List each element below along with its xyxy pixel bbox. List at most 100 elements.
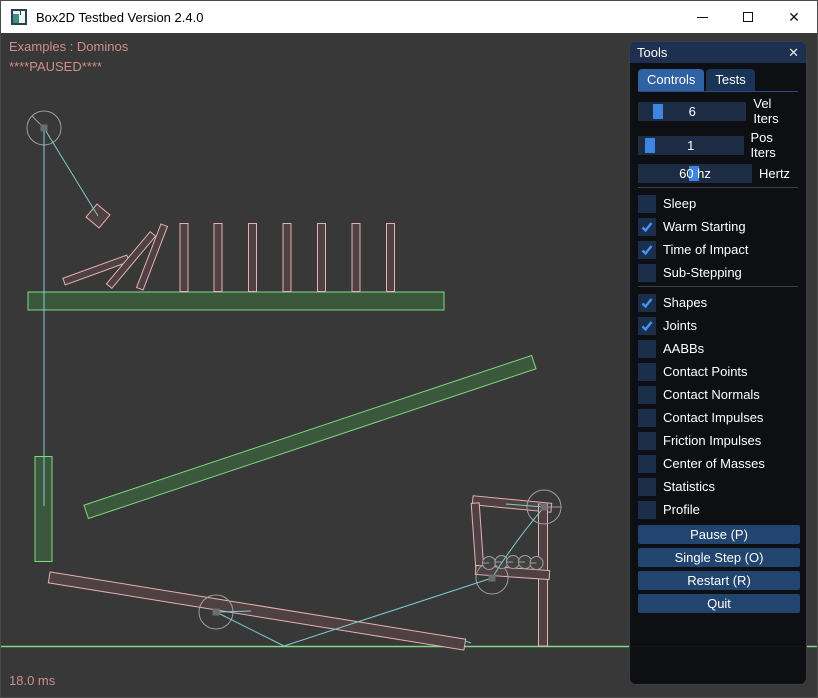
- checkbox-row-warm-starting: Warm Starting: [638, 217, 798, 236]
- checkbox-row-time-of-impact: Time of Impact: [638, 240, 798, 259]
- checkbox-contact-points[interactable]: [638, 363, 656, 381]
- checkmark-icon: [640, 319, 654, 333]
- minimize-button[interactable]: [679, 1, 725, 33]
- checkbox-row-contact-impulses: Contact Impulses: [638, 408, 798, 427]
- checkbox-label: Shapes: [663, 295, 707, 310]
- body-shape: [249, 224, 257, 292]
- slider-hertz[interactable]: 60 hz: [638, 164, 752, 183]
- checkbox-sleep[interactable]: [638, 195, 656, 213]
- pause-p-button[interactable]: Pause (P): [638, 525, 800, 544]
- restart-r-button[interactable]: Restart (R): [638, 571, 800, 590]
- titlebar[interactable]: Box2D Testbed Version 2.4.0 ✕: [1, 1, 817, 33]
- dynamic-body: [48, 572, 465, 650]
- checkbox-contact-normals[interactable]: [638, 386, 656, 404]
- checkbox-friction-impulses[interactable]: [638, 432, 656, 450]
- checkbox-label: Contact Points: [663, 364, 748, 379]
- checkbox-time-of-impact[interactable]: [638, 241, 656, 259]
- checkbox-label: Contact Normals: [663, 387, 760, 402]
- body-shape: [352, 224, 360, 292]
- body-shape: [48, 572, 465, 650]
- close-icon: ✕: [788, 10, 800, 24]
- checkbox-row-contact-points: Contact Points: [638, 362, 798, 381]
- checkbox-row-friction-impulses: Friction Impulses: [638, 431, 798, 450]
- slider-value: 6: [638, 102, 746, 121]
- checkbox-center-of-masses[interactable]: [638, 455, 656, 473]
- slider-row-hertz: 60 hzHertz: [638, 164, 798, 183]
- slider-value: 60 hz: [638, 164, 752, 183]
- checkmark-icon: [640, 243, 654, 257]
- tab-controls[interactable]: Controls: [638, 69, 704, 91]
- window-title: Box2D Testbed Version 2.4.0: [36, 10, 203, 25]
- checkbox-profile[interactable]: [638, 501, 656, 519]
- checkbox-statistics[interactable]: [638, 478, 656, 496]
- solver-checkbox-group: Sleep Warm Starting Time of Impact Sub-Step…: [638, 194, 798, 282]
- joint-anchor: [41, 125, 48, 132]
- dynamic-body: [387, 224, 395, 292]
- dynamic-body: [180, 224, 188, 292]
- checkbox-aabbs[interactable]: [638, 340, 656, 358]
- checkbox-label: AABBs: [663, 341, 704, 356]
- slider-row-pos-iters: 1Pos Iters: [638, 130, 798, 160]
- checkbox-row-shapes: Shapes: [638, 293, 798, 312]
- body-shape: [471, 503, 484, 569]
- joint-line: [44, 128, 98, 216]
- maximize-button[interactable]: [725, 1, 771, 33]
- joint-anchor: [489, 575, 496, 582]
- slider-label: Vel Iters: [753, 96, 798, 126]
- checkbox-label: Sub-Stepping: [663, 265, 742, 280]
- slider-row-vel-iters: 6 Vel Iters: [638, 96, 798, 126]
- panel-close-icon[interactable]: ✕: [788, 46, 799, 59]
- frame-time-label: 18.0 ms: [9, 673, 55, 688]
- checkbox-label: Statistics: [663, 479, 715, 494]
- action-button-group: Pause (P) Single Step (O) Restart (R) Quit: [638, 525, 798, 613]
- body-shape: [180, 224, 188, 292]
- tools-panel-titlebar[interactable]: Tools ✕: [630, 42, 806, 63]
- checkbox-label: Profile: [663, 502, 700, 517]
- dynamic-body: [352, 224, 360, 292]
- checkbox-shapes[interactable]: [638, 294, 656, 312]
- slider-vel-iters[interactable]: 6: [638, 102, 746, 121]
- single-step-o-button[interactable]: Single Step (O): [638, 548, 800, 567]
- close-button[interactable]: ✕: [771, 1, 817, 33]
- minimize-icon: [697, 17, 708, 18]
- checkbox-label: Warm Starting: [663, 219, 746, 234]
- quit-button[interactable]: Quit: [638, 594, 800, 613]
- body-shape: [28, 292, 444, 310]
- checkbox-warm-starting[interactable]: [638, 218, 656, 236]
- slider-pos-iters[interactable]: 1: [638, 136, 744, 155]
- paused-label: ****PAUSED****: [9, 59, 102, 74]
- checkbox-row-joints: Joints: [638, 316, 798, 335]
- example-label: Examples : Dominos: [9, 39, 128, 54]
- tab-tests[interactable]: Tests: [706, 69, 754, 91]
- checkbox-row-sub-stepping: Sub-Stepping: [638, 263, 798, 282]
- slider-value: 1: [638, 136, 744, 155]
- draw-checkbox-group: Shapes Joints AABBs Contact Points Contact N…: [638, 293, 798, 519]
- checkbox-row-aabbs: AABBs: [638, 339, 798, 358]
- app-icon: [11, 9, 27, 25]
- checkbox-contact-impulses[interactable]: [638, 409, 656, 427]
- tools-panel: Tools ✕ ControlsTests 6 Vel Iters 1Pos Ite…: [629, 41, 807, 685]
- dynamic-body: [249, 224, 257, 292]
- checkbox-sub-stepping[interactable]: [638, 264, 656, 282]
- dynamic-body: [214, 224, 222, 292]
- static-body: [84, 355, 536, 518]
- checkbox-row-statistics: Statistics: [638, 477, 798, 496]
- slider-group: 6 Vel Iters 1Pos Iters 60 hzHertz: [638, 96, 798, 183]
- tabbar: ControlsTests: [638, 69, 798, 92]
- dynamic-body: [471, 503, 484, 569]
- checkbox-row-profile: Profile: [638, 500, 798, 519]
- checkmark-icon: [640, 296, 654, 310]
- checkbox-row-sleep: Sleep: [638, 194, 798, 213]
- separator: [638, 187, 798, 188]
- dynamic-body: [283, 224, 291, 292]
- checkbox-joints[interactable]: [638, 317, 656, 335]
- checkbox-label: Joints: [663, 318, 697, 333]
- checkbox-label: Center of Masses: [663, 456, 765, 471]
- tools-panel-title: Tools: [637, 45, 667, 60]
- checkbox-label: Contact Impulses: [663, 410, 763, 425]
- joint-line: [465, 641, 471, 643]
- checkbox-label: Friction Impulses: [663, 433, 761, 448]
- body-shape: [84, 355, 536, 518]
- checkbox-label: Time of Impact: [663, 242, 748, 257]
- checkbox-row-center-of-masses: Center of Masses: [638, 454, 798, 473]
